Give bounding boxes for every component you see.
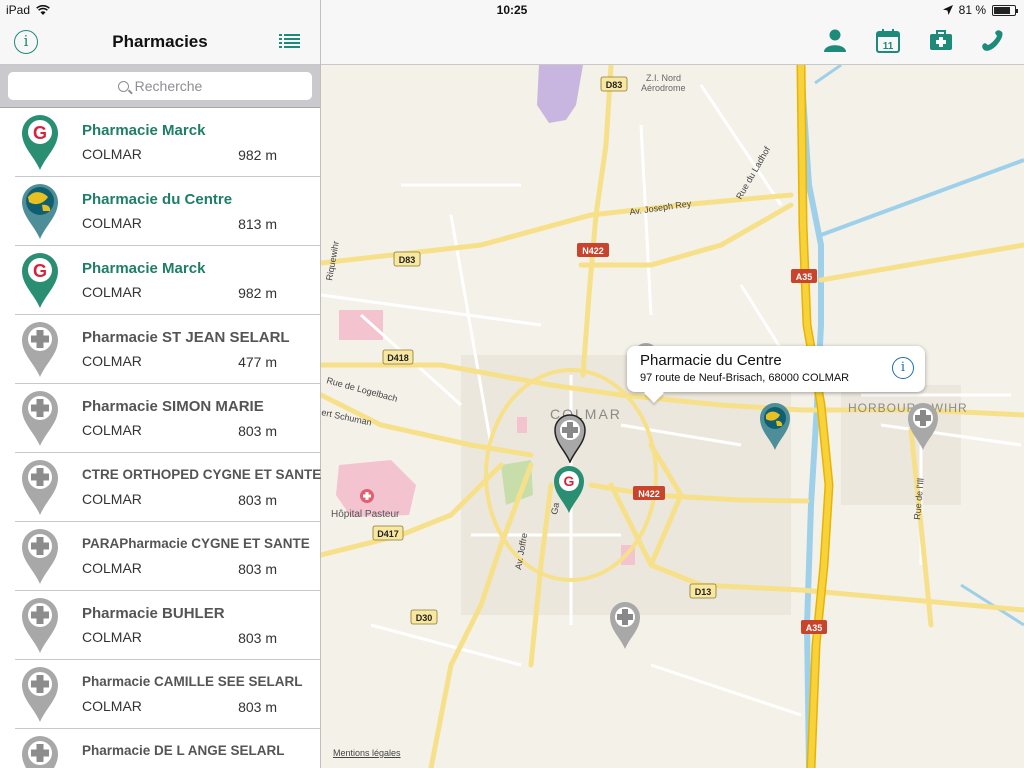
- battery-icon: [992, 4, 1018, 16]
- road-label: N422: [638, 489, 660, 499]
- pharmacy-name: Pharmacie DE L ANGE SELARL: [82, 743, 285, 758]
- calendar-icon[interactable]: 11: [875, 28, 901, 54]
- pharmacy-city: COLMAR: [82, 215, 142, 231]
- search-bar: Recherche: [0, 65, 320, 108]
- road-label: D83: [606, 80, 623, 90]
- giphar-green-pin-icon: G: [22, 253, 58, 308]
- pharmacy-name: PARAPharmacie CYGNE ET SANTE: [82, 536, 310, 551]
- list-item[interactable]: Pharmacie DE L ANGE SELARL: [0, 729, 320, 768]
- pharmacy-name: Pharmacie du Centre: [82, 191, 233, 208]
- pharmacy-name: Pharmacie CAMILLE SEE SELARL: [82, 674, 303, 689]
- pharmacy-name: Pharmacie BUHLER: [82, 605, 225, 622]
- callout-address: 97 route de Neuf-Brisach, 68000 COLMAR: [640, 372, 850, 384]
- cross-grey-pin-icon: [22, 736, 58, 768]
- pharmacy-name: Pharmacie Marck: [82, 122, 206, 139]
- list-item[interactable]: Pharmacie du Centre COLMAR 813 m: [0, 177, 320, 246]
- place-label: Z.I. Nord: [646, 73, 681, 83]
- hospital-icon: [360, 489, 374, 503]
- search-input[interactable]: Recherche: [8, 72, 312, 100]
- list-item[interactable]: Pharmacie BUHLER COLMAR 803 m: [0, 591, 320, 660]
- info-icon[interactable]: i: [892, 357, 914, 379]
- legal-link[interactable]: Mentions légales: [333, 748, 401, 758]
- road-label: D13: [695, 587, 712, 597]
- list-item[interactable]: Pharmacie ST JEAN SELARL COLMAR 477 m: [0, 315, 320, 384]
- map-view[interactable]: D83 D83 N422 N422 A35 A35 D418 D417 D13 …: [321, 65, 1024, 768]
- list-item[interactable]: CTRE ORTHOPED CYGNE ET SANTE COLMAR 803 …: [0, 453, 322, 522]
- person-icon[interactable]: [822, 28, 848, 54]
- pharmacy-distance: 803 m: [238, 492, 277, 508]
- map-pin-cross[interactable]: [906, 401, 940, 451]
- pharmacy-distance: 803 m: [238, 699, 277, 715]
- battery-level: [994, 6, 1011, 14]
- road-label: N422: [582, 246, 604, 256]
- cross-grey-pin-icon: [22, 598, 58, 653]
- pharmacy-distance: 803 m: [238, 423, 277, 439]
- list-item[interactable]: G Pharmacie Marck COLMAR 982 m: [0, 108, 320, 177]
- list-item[interactable]: PARAPharmacie CYGNE ET SANTE COLMAR 803 …: [0, 522, 320, 591]
- first-aid-icon[interactable]: [928, 28, 954, 54]
- road-label: A35: [796, 272, 813, 282]
- location-arrow-icon: [942, 5, 953, 15]
- road-label: D418: [387, 353, 409, 363]
- status-bar: iPad 10:25 81 %: [0, 0, 1024, 20]
- pharmacy-list: G Pharmacie Marck COLMAR 982 m Pharmacie…: [0, 108, 322, 768]
- pharmacy-distance: 477 m: [238, 354, 277, 370]
- pharmacy-city: COLMAR: [82, 353, 142, 369]
- pharmacy-distance: 982 m: [238, 285, 277, 301]
- pharmacy-name: Pharmacie ST JEAN SELARL: [82, 329, 290, 346]
- cross-grey-pin-icon: [22, 667, 58, 722]
- pharmacy-callout[interactable]: Pharmacie du Centre 97 route de Neuf-Bri…: [627, 346, 925, 392]
- giphar-green-pin-icon: G: [22, 115, 58, 170]
- svg-text:G: G: [564, 473, 575, 489]
- cross-grey-pin-icon: [22, 322, 58, 377]
- map-pin-globe[interactable]: [758, 401, 792, 451]
- pharmacy-list-panel: i Pharmacies Recherche G Pharmacie Marck…: [0, 0, 321, 768]
- pharmacy-city: COLMAR: [82, 560, 142, 576]
- road-label: A35: [806, 623, 823, 633]
- place-label: Hôpital Pasteur: [331, 509, 400, 520]
- pharmacy-city: COLMAR: [82, 422, 142, 438]
- road-label: D83: [399, 255, 416, 265]
- pharmacy-city: COLMAR: [82, 491, 142, 507]
- calendar-day: 11: [883, 41, 894, 52]
- pharmacy-name: CTRE ORTHOPED CYGNE ET SANTE: [82, 467, 322, 482]
- list-item[interactable]: G Pharmacie Marck COLMAR 982 m: [0, 246, 320, 315]
- search-icon: [117, 80, 129, 92]
- cross-grey-pin-icon: [22, 460, 58, 515]
- callout-title: Pharmacie du Centre: [640, 352, 782, 369]
- clock: 10:25: [496, 3, 528, 17]
- page-title: Pharmacies: [112, 32, 208, 51]
- phone-icon[interactable]: [980, 28, 1006, 54]
- cross-grey-pin-icon: [22, 529, 58, 584]
- pharmacy-city: COLMAR: [82, 146, 142, 162]
- pharmacy-name: Pharmacie SIMON MARIE: [82, 398, 264, 415]
- pharmacy-city: COLMAR: [82, 284, 142, 300]
- globe-teal-pin-icon: [22, 184, 58, 239]
- pharmacy-distance: 813 m: [238, 216, 277, 232]
- road-label: D417: [377, 529, 399, 539]
- pharmacy-distance: 982 m: [238, 147, 277, 163]
- pharmacy-name: Pharmacie Marck: [82, 260, 206, 277]
- map-pin-cross-dark[interactable]: [553, 413, 587, 463]
- list-item[interactable]: Pharmacie SIMON MARIE COLMAR 803 m: [0, 384, 320, 453]
- place-label: Aérodrome: [641, 83, 686, 93]
- road-label: D30: [416, 613, 433, 623]
- svg-text:G: G: [33, 261, 47, 281]
- cross-grey-pin-icon: [22, 391, 58, 446]
- pharmacy-city: COLMAR: [82, 698, 142, 714]
- map-pin-cross[interactable]: [608, 600, 642, 650]
- list-view-icon[interactable]: [279, 33, 300, 50]
- battery-percent: 81 %: [958, 3, 986, 17]
- search-placeholder: Recherche: [134, 78, 203, 94]
- pharmacy-city: COLMAR: [82, 629, 142, 645]
- map-pin-giphar[interactable]: G: [552, 464, 586, 514]
- svg-text:G: G: [33, 123, 47, 143]
- list-item[interactable]: Pharmacie CAMILLE SEE SELARL COLMAR 803 …: [0, 660, 320, 729]
- pharmacy-distance: 803 m: [238, 630, 277, 646]
- pharmacy-distance: 803 m: [238, 561, 277, 577]
